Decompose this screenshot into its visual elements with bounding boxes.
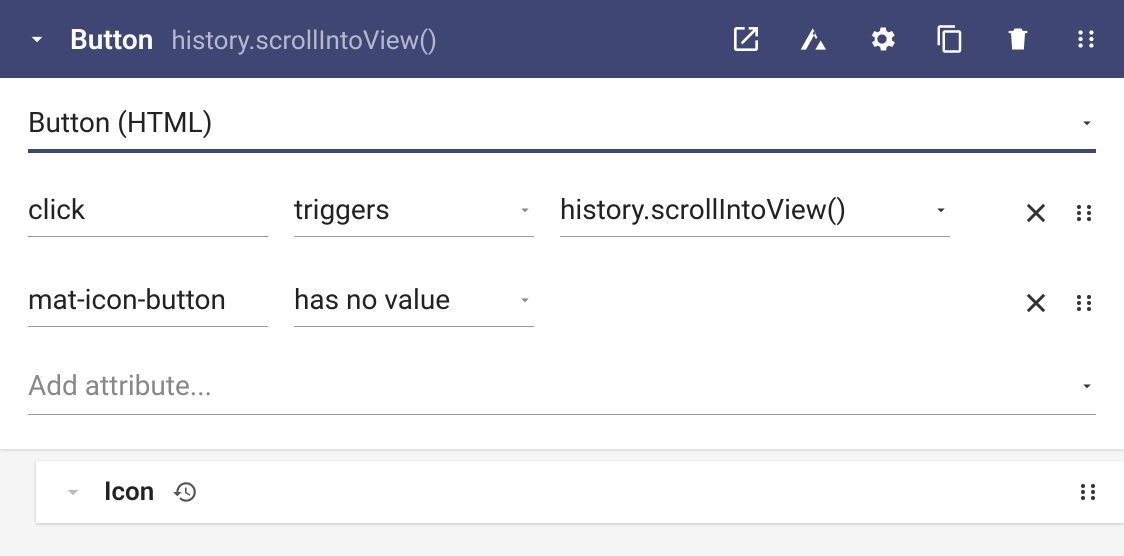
operator-select[interactable]: triggers [294, 189, 534, 237]
copy-icon [935, 24, 965, 54]
attribute-value: mat-icon-button [28, 283, 226, 316]
caret-down-icon [516, 201, 534, 219]
child-title: Icon [104, 477, 154, 507]
attribute-field[interactable]: mat-icon-button [28, 279, 268, 327]
caret-down-icon [1078, 377, 1096, 395]
expand-toggle[interactable] [24, 26, 50, 52]
grip-icon [1072, 201, 1096, 225]
gear-icon [866, 23, 898, 55]
chevron-down-icon [60, 479, 86, 505]
child-drag-handle[interactable] [1076, 480, 1100, 504]
row-drag-handle[interactable] [1072, 291, 1096, 315]
delete-button[interactable] [998, 19, 1038, 59]
close-icon [1022, 289, 1050, 317]
caret-down-icon [1078, 114, 1096, 132]
drag-handle[interactable] [1066, 19, 1106, 59]
event-field[interactable]: click [28, 189, 268, 237]
operator-value: triggers [294, 193, 390, 226]
close-icon [1022, 199, 1050, 227]
row-drag-handle[interactable] [1072, 201, 1096, 225]
open-external-button[interactable] [726, 19, 766, 59]
caret-down-icon [932, 201, 950, 219]
open-external-icon [730, 23, 762, 55]
grip-icon [1076, 480, 1100, 504]
caret-down-icon [516, 291, 534, 309]
event-value: click [28, 193, 85, 226]
copy-button[interactable] [930, 19, 970, 59]
value-state: has no value [294, 283, 450, 316]
child-expand-toggle[interactable] [60, 479, 86, 505]
element-selector-label: Button (HTML) [28, 106, 212, 139]
chevron-down-icon [24, 26, 50, 52]
grip-icon [1072, 291, 1096, 315]
value-select[interactable]: has no value [294, 279, 534, 327]
remove-row-button[interactable] [1022, 289, 1050, 317]
palette-icon [798, 23, 830, 55]
component-title: Button [70, 23, 153, 56]
remove-row-button[interactable] [1022, 199, 1050, 227]
component-header: Button history.scrollIntoView() [0, 0, 1124, 78]
child-component-row: Icon [36, 461, 1124, 523]
trash-icon [1004, 25, 1032, 53]
component-subtitle: history.scrollIntoView() [171, 26, 437, 56]
element-selector[interactable]: Button (HTML) [28, 106, 1096, 153]
add-attribute-placeholder: Add attribute... [28, 369, 212, 402]
attribute-row: mat-icon-button has no value [28, 279, 1096, 327]
attribute-row: click triggers history.scrollIntoView() [28, 189, 1096, 237]
target-value: history.scrollIntoView() [560, 193, 846, 226]
palette-button[interactable] [794, 19, 834, 59]
history-icon [172, 479, 198, 505]
target-select[interactable]: history.scrollIntoView() [560, 189, 950, 237]
settings-button[interactable] [862, 19, 902, 59]
grip-icon [1073, 26, 1099, 52]
add-attribute-input[interactable]: Add attribute... [28, 369, 1096, 415]
